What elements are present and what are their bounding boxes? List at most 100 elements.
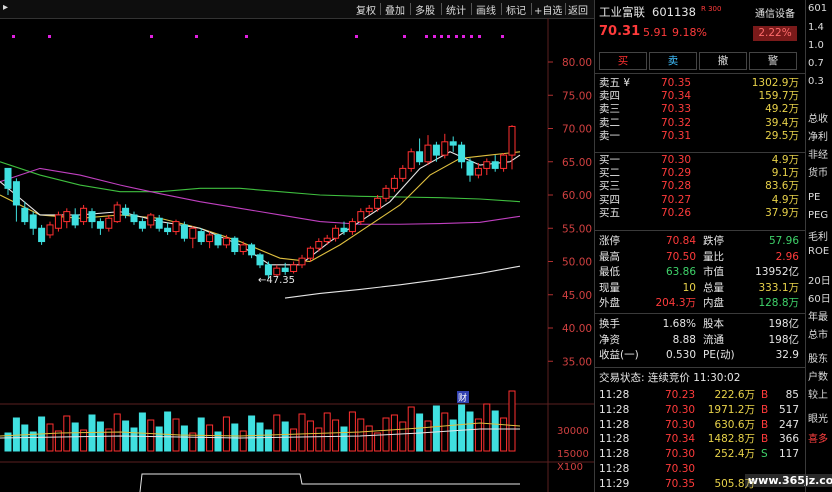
candle (88, 211, 96, 223)
candle (29, 214, 37, 229)
candle (332, 227, 340, 239)
price-axis-label: 45.00 (562, 290, 592, 302)
candle (315, 241, 323, 249)
stat-value: 10 (682, 281, 696, 294)
ask-price: 70.31 (661, 129, 692, 142)
ma-long-line (284, 265, 521, 299)
price-change: 5.91 (643, 26, 668, 39)
candle (54, 214, 62, 229)
stat-value: 63.86 (665, 266, 696, 278)
candle (508, 125, 516, 156)
candle (256, 254, 264, 266)
event-marker (245, 35, 248, 38)
stat-label: 内盘 (703, 297, 724, 309)
event-marker (12, 35, 15, 38)
bid-label: 买五 (599, 206, 620, 219)
stat-label: 量比 (703, 250, 724, 263)
volume-bar (147, 419, 155, 452)
candle (172, 221, 180, 233)
candle (483, 161, 491, 169)
volume-bar (197, 417, 205, 452)
sidebar-item: 总收 (808, 114, 828, 125)
sidebar-item: 眼光 (808, 414, 828, 425)
volume-bar (432, 405, 440, 452)
volume-axis-label: X100 (557, 462, 583, 473)
sidebar-item: 60日 (808, 294, 831, 305)
volume-bar (130, 427, 138, 452)
stat-label: 股本 (703, 318, 724, 330)
stat-value: 204.3万 (655, 297, 696, 309)
candle (71, 214, 79, 226)
ask-volume: 1302.9万 (751, 77, 799, 89)
candle (21, 207, 29, 223)
candle (323, 237, 331, 243)
divider (595, 313, 805, 314)
divider (595, 367, 805, 368)
fin-marker: 财 (458, 392, 467, 404)
ask-label: 卖二 (599, 116, 620, 129)
stock-name: 工业富联 (599, 5, 645, 19)
stat-label: 换手 (599, 318, 620, 330)
toolbar-overlay-button[interactable]: 叠加 (385, 2, 405, 17)
trade-button-0[interactable]: 买 (599, 52, 647, 70)
candle (239, 244, 247, 253)
toolbar-draw-button[interactable]: 画线 (476, 2, 496, 17)
kline-chart[interactable]: 80.00 75.00 70.00 65.00 60.00 55.00 50.00 45.00… (0, 18, 594, 492)
sidebar-item: 总市 (808, 330, 828, 341)
price-axis-label: 60.00 (562, 190, 592, 202)
toolbar-multistock-button[interactable]: 多股 (415, 2, 435, 17)
toolbar-left-marker: ▸ (3, 2, 9, 13)
candle (180, 224, 188, 239)
sidebar-item: 年最 (808, 312, 828, 323)
sidebar-item: 股东 (808, 354, 828, 365)
volume-bar (54, 430, 62, 452)
stat-value: 198亿 (768, 333, 799, 346)
indicator-line (139, 473, 520, 492)
tick-time: 11:29 (599, 477, 630, 490)
price-axis-label: 55.00 (562, 223, 592, 235)
trade-button-1[interactable]: 卖 (649, 52, 697, 70)
ma-yellow-line (0, 151, 521, 263)
ask-price: 70.33 (661, 103, 692, 116)
volume-bar (264, 429, 272, 452)
candle (365, 207, 373, 213)
volume-bar (365, 425, 373, 452)
trade-button-3[interactable]: 警 (749, 52, 797, 70)
tick-time: 11:28 (599, 403, 630, 416)
trade-button-2[interactable]: 撤 (699, 52, 747, 70)
stat-value: 70.50 (665, 250, 696, 263)
toolbar-back-button[interactable]: 返回 (568, 2, 588, 17)
toolbar-fuquan-button[interactable]: 复权 (356, 2, 376, 17)
candle (340, 227, 348, 233)
ask-label: 卖一 (599, 129, 620, 142)
volume-bar (424, 420, 432, 452)
sidebar-item: 净利 (808, 132, 828, 143)
event-marker (462, 35, 465, 38)
tick-time: 11:28 (599, 418, 630, 431)
candle (458, 144, 466, 163)
toolbar-mark-button[interactable]: 标记 (506, 2, 526, 17)
divider (595, 230, 805, 231)
tick-count: 366 (778, 433, 799, 446)
bid-label: 买二 (599, 167, 620, 180)
volume-bar (399, 421, 407, 452)
volume-bar (306, 420, 314, 452)
stat-label: 现量 (599, 281, 620, 294)
toolbar-add-watchlist-button[interactable]: +自选 (534, 2, 562, 17)
candle (281, 267, 289, 272)
stat-value: 1.68% (662, 318, 696, 330)
stat-label: 涨停 (599, 235, 620, 247)
volume-axis-label: 15000 (557, 449, 589, 460)
index-tag: R 300 (701, 5, 722, 13)
sector-name[interactable]: 通信设备 (755, 8, 795, 21)
sidebar-item: 户数 (808, 372, 828, 383)
ask-volume: 159.7万 (758, 90, 799, 103)
toolbar-stats-button[interactable]: 统计 (446, 2, 466, 17)
volume-bar (491, 410, 499, 452)
low-price-marker: ←47.35 (258, 275, 295, 286)
volume-bar (323, 412, 331, 452)
event-marker (150, 35, 153, 38)
sidebar-item: PE (808, 192, 821, 203)
candle (424, 144, 432, 163)
sidebar-item: 喜多 (808, 434, 828, 445)
